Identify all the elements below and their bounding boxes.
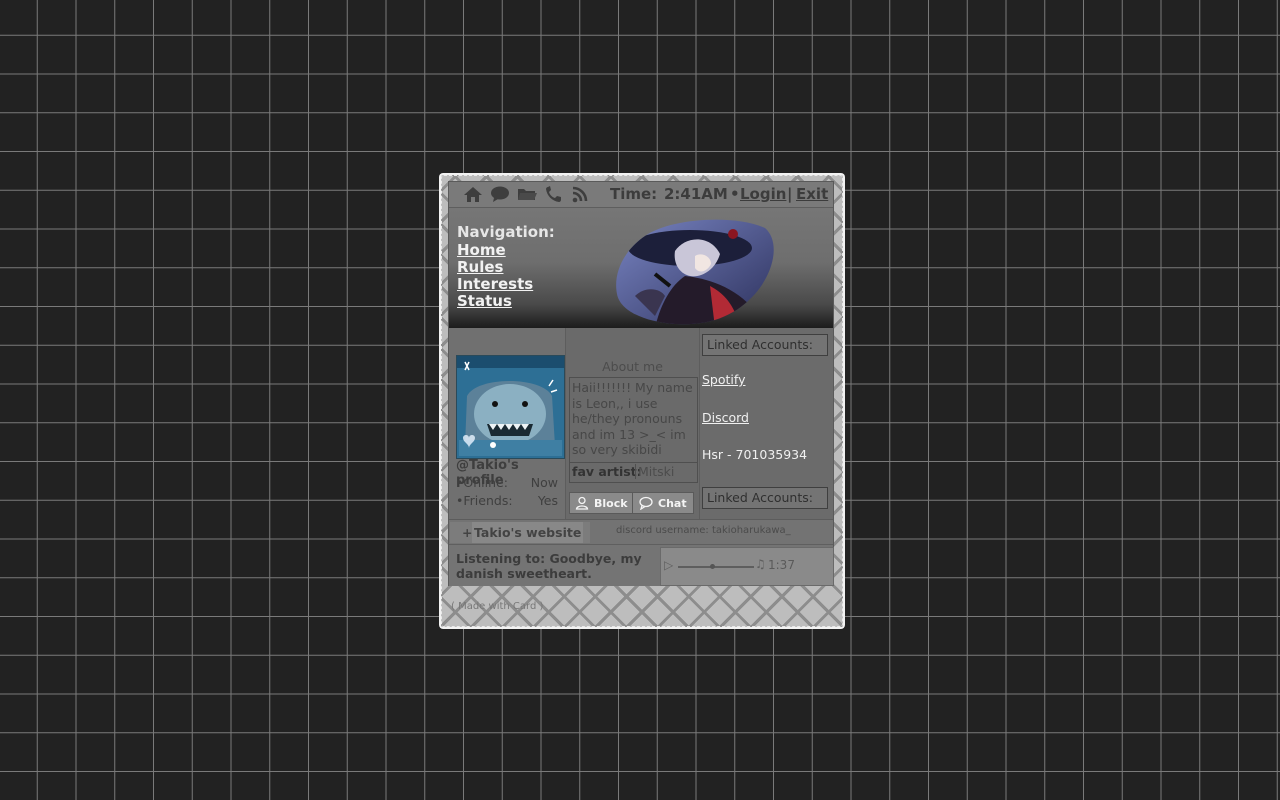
track-duration: 1:37 [768,558,795,572]
banner-character-image [616,219,774,325]
banner: Navigation: Home Rules Interests Status [449,208,833,328]
nav-link-home[interactable]: Home [457,242,533,259]
top-icons [463,185,591,203]
nav-link-status[interactable]: Status [457,293,533,310]
separator: | [787,185,793,203]
top-bar: Time: 2:41AM • Login | Exit [449,182,833,208]
about-text: Haii!!!!!!! My name is Leon,, i use he/t… [569,377,698,463]
website-label: Takio's website [472,522,584,543]
hsr-id: Hsr - 701035934 [702,447,808,462]
progress-thumb[interactable] [709,564,715,569]
linked-accounts-column: Linked Accounts: Spotify Discord Hsr - 7… [700,328,833,519]
user-icon [575,496,589,510]
audio-player: ▷ ♫ 1:37 [660,547,834,586]
website-button[interactable]: + Takio's website [450,522,590,543]
profile-picture[interactable] [456,355,565,459]
friends-value: Yes [537,493,558,508]
progress-track[interactable] [678,566,754,568]
card-content: Time: 2:41AM • Login | Exit Navigation: … [448,181,834,586]
chat-bubble-icon[interactable] [490,185,510,203]
block-button[interactable]: Block [569,492,634,514]
time-value: 2:41AM [664,185,728,203]
linked-accounts-header: Linked Accounts: [702,334,828,356]
login-link[interactable]: Login [740,185,786,203]
plus-icon: + [462,525,473,540]
listening-to: Listening to: Goodbye, my danish sweethe… [456,551,642,581]
online-value: Now [530,475,558,490]
home-icon[interactable] [463,185,483,203]
about-column: About me Haii!!!!!!! My name is Leon,, i… [566,328,700,519]
nav-link-interests[interactable]: Interests [457,276,533,293]
profile-card: Time: 2:41AM • Login | Exit Navigation: … [439,173,845,629]
website-strip: + Takio's website discord username: taki… [449,519,833,544]
discord-link[interactable]: Discord [702,410,749,425]
fav-artist-box: fav artist: Mitski [569,462,698,483]
folder-icon[interactable] [517,185,537,203]
chat-button[interactable]: Chat [632,492,694,514]
online-row: •Online: Now [456,475,558,490]
linked-accounts-footer: Linked Accounts: [702,487,828,509]
music-section: Listening to: Goodbye, my danish sweethe… [449,544,834,586]
fav-artist-label: fav artist: [572,464,642,479]
friends-label: •Friends: [456,493,513,508]
music-note-icon: ♫ [755,557,766,571]
online-label: •Online: [456,475,508,490]
chat-icon [639,496,653,510]
friends-row: •Friends: Yes [456,493,558,508]
chat-label: Chat [658,496,687,510]
play-icon[interactable]: ▷ [664,558,673,572]
rss-icon[interactable] [571,185,591,203]
block-label: Block [594,496,628,510]
made-with-card: ( Made with Card ) [451,601,544,612]
profile-column: @Takio's profile •Online: Now •Friends: … [449,328,566,519]
bullet: • [730,185,740,203]
phone-icon[interactable] [544,185,564,203]
navigation-title: Navigation: [457,223,555,241]
time-label: Time: [610,185,658,203]
spotify-link[interactable]: Spotify [702,372,745,387]
content-columns: @Takio's profile •Online: Now •Friends: … [449,328,833,519]
discord-username: discord username: takioharukawa_ [616,525,791,536]
fav-artist-value: Mitski [635,464,674,479]
exit-link[interactable]: Exit [796,185,828,203]
about-heading: About me [602,359,663,374]
navigation-links: Home Rules Interests Status [457,242,533,310]
nav-link-rules[interactable]: Rules [457,259,533,276]
